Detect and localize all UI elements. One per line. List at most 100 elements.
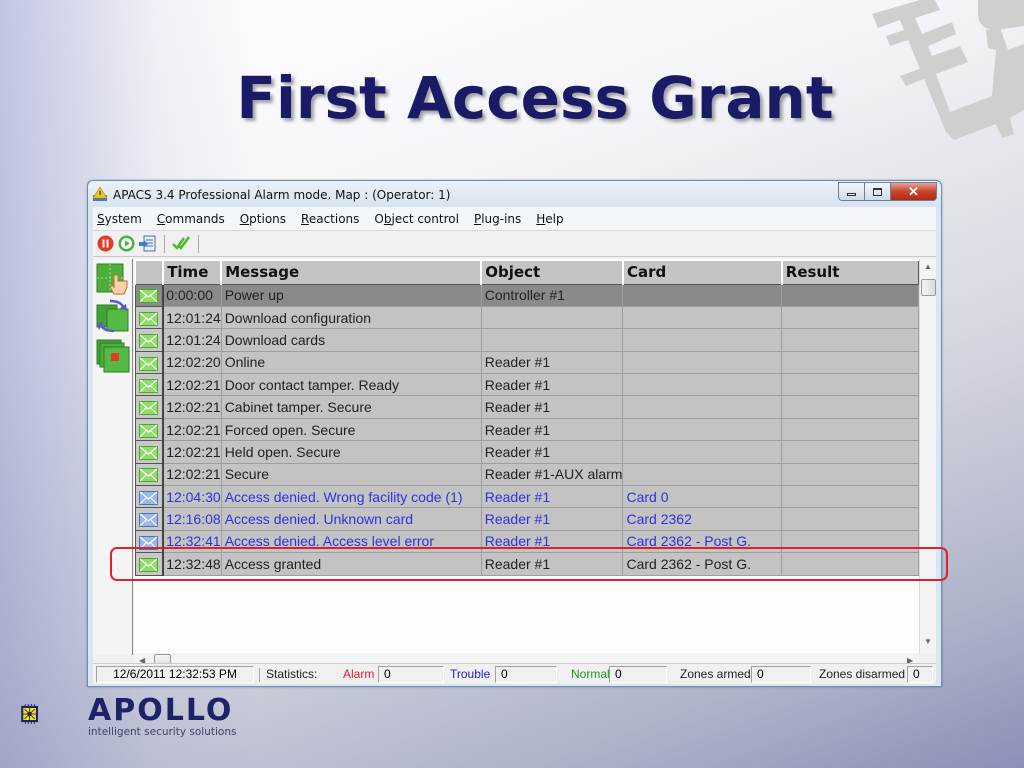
empty-cell xyxy=(221,619,482,643)
vertical-scroll-thumb[interactable] xyxy=(921,279,936,296)
hand-pointer-map-icon xyxy=(96,263,128,295)
table-row[interactable]: 12:02:21 Held open. Secure Reader #1 xyxy=(134,440,919,464)
cell-time: 12:01:24 xyxy=(162,328,222,352)
table-row[interactable]: 12:02:21 Secure Reader #1-AUX alarm xyxy=(134,462,919,487)
event-type-cell xyxy=(134,350,165,375)
map-select-button[interactable] xyxy=(96,263,130,297)
cell-result xyxy=(781,305,919,330)
cell-time: 12:02:21 xyxy=(162,462,222,487)
close-icon: ✕ xyxy=(908,183,919,199)
close-button[interactable]: ✕ xyxy=(891,182,937,201)
envelope-green-icon xyxy=(139,468,159,483)
cell-card xyxy=(622,305,783,330)
event-type-cell xyxy=(134,305,165,330)
app-icon xyxy=(92,186,108,201)
column-header-result[interactable]: Result xyxy=(780,259,919,285)
title-bar[interactable]: APACS 3.4 Professional Alarm mode. Map :… xyxy=(88,181,941,207)
empty-cell xyxy=(163,619,222,643)
toolbar-separator xyxy=(164,234,165,253)
vertical-scrollbar[interactable]: ▲ ▼ xyxy=(919,259,936,653)
alarm-layers-icon xyxy=(96,339,130,373)
empty-cell xyxy=(781,619,919,643)
toolbar xyxy=(93,231,936,257)
normal-label: Normal xyxy=(571,667,610,681)
menu-item-1[interactable]: Commands xyxy=(157,212,225,226)
play-button[interactable] xyxy=(117,235,135,253)
cell-result xyxy=(781,507,919,531)
table-row[interactable]: 12:01:24 Download configuration xyxy=(134,305,919,330)
menu-accelerator: R xyxy=(301,211,309,226)
cell-card xyxy=(622,462,783,487)
app-window: APACS 3.4 Professional Alarm mode. Map :… xyxy=(87,180,942,687)
empty-cell xyxy=(163,597,222,620)
cell-message: Secure xyxy=(220,462,482,487)
status-separator xyxy=(259,668,260,682)
empty-row xyxy=(135,619,919,643)
envelope-blue-icon xyxy=(139,513,159,528)
cell-message: Online xyxy=(220,350,482,375)
empty-cell xyxy=(481,597,623,620)
cell-card xyxy=(622,350,783,375)
scroll-up-icon[interactable]: ▲ xyxy=(924,262,932,271)
envelope-green-icon xyxy=(139,289,159,304)
envelope-green-icon xyxy=(139,356,159,371)
table-row[interactable]: 12:02:21 Door contact tamper. Ready Reader… xyxy=(134,373,919,397)
menu-accelerator: b xyxy=(383,211,392,226)
menu-label-part: elp xyxy=(545,211,564,226)
cell-time: 12:02:21 xyxy=(162,395,222,419)
table-row[interactable]: 12:02:21 Cabinet tamper. Secure Reader #1 xyxy=(134,395,919,419)
status-datetime: 12/6/2011 12:32:53 PM xyxy=(96,666,254,683)
cell-result xyxy=(781,283,919,307)
menu-item-6[interactable]: Help xyxy=(536,212,563,226)
table-row[interactable]: 12:01:24 Download cards xyxy=(134,328,919,352)
column-header-time[interactable]: Time xyxy=(162,259,222,285)
column-header-object[interactable]: Object xyxy=(480,259,624,285)
export-button[interactable] xyxy=(138,235,156,253)
column-header-card[interactable]: Card xyxy=(621,259,783,285)
column-header-message[interactable]: Message xyxy=(220,259,482,285)
alarm-map-button[interactable] xyxy=(96,339,130,373)
table-row[interactable]: 12:02:21 Forced open. Secure Reader #1 xyxy=(134,417,919,442)
switch-map-button[interactable] xyxy=(96,299,130,333)
menu-item-5[interactable]: Plug-ins xyxy=(474,212,521,226)
cell-card: Card 0 xyxy=(622,485,783,509)
event-type-cell xyxy=(134,328,165,352)
left-panel xyxy=(93,259,133,655)
event-type-cell xyxy=(134,440,165,464)
menu-item-3[interactable]: Reactions xyxy=(301,212,359,226)
maximize-button[interactable] xyxy=(865,182,891,201)
menu-item-2[interactable]: Options xyxy=(240,212,286,226)
cell-result xyxy=(781,350,919,375)
menu-accelerator: S xyxy=(97,211,105,226)
cell-card xyxy=(622,328,783,352)
event-type-cell xyxy=(134,373,165,397)
table-row[interactable]: 12:04:30 Access denied. Wrong facility co… xyxy=(134,485,919,509)
table-row[interactable]: 12:16:08 Access denied. Unknown card Reade… xyxy=(134,507,919,531)
cell-card: Card 2362 xyxy=(622,507,783,531)
menu-accelerator: H xyxy=(536,211,546,226)
table-row[interactable]: 0:00:00 Power up Controller #1 xyxy=(134,283,919,307)
table-row[interactable]: 12:02:20 Online Reader #1 xyxy=(134,350,919,375)
event-type-cell xyxy=(134,462,165,487)
event-type-cell xyxy=(134,395,165,419)
cell-message: Download configuration xyxy=(220,305,482,330)
column-header-icon[interactable] xyxy=(134,259,164,285)
table-header-row: Time Message Object Card Result xyxy=(134,259,919,285)
envelope-green-icon xyxy=(139,401,159,416)
menu-bar: System Commands Options Reactions Object con… xyxy=(93,207,936,231)
cell-message: Power up xyxy=(220,283,482,307)
menu-item-4[interactable]: Object control xyxy=(374,212,459,226)
minimize-button[interactable] xyxy=(838,182,865,201)
stop-button[interactable] xyxy=(96,235,114,253)
statistics-label: Statistics: xyxy=(266,667,318,681)
cell-object: Controller #1 xyxy=(480,283,624,307)
acknowledge-button[interactable] xyxy=(172,235,190,253)
alarm-count: 0 xyxy=(378,666,444,683)
cell-card xyxy=(622,373,783,397)
scroll-down-icon[interactable]: ▼ xyxy=(924,637,932,646)
cell-time: 12:02:20 xyxy=(162,350,222,375)
menu-item-0[interactable]: System xyxy=(97,212,142,226)
menu-label-part: lug-ins xyxy=(481,211,522,226)
cell-object: Reader #1 xyxy=(480,507,624,531)
cell-object: Reader #1 xyxy=(480,485,624,509)
